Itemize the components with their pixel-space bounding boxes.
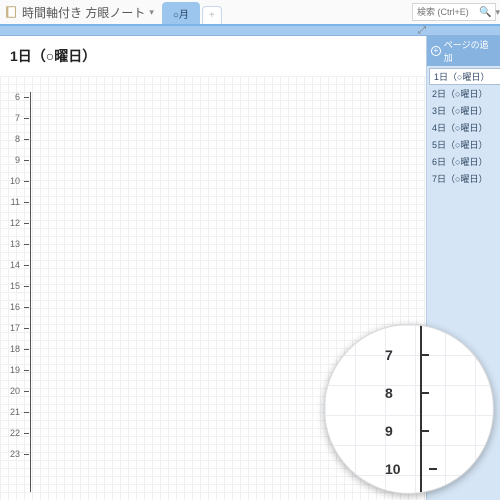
magnifier-hour-7: 7 <box>385 347 429 363</box>
add-page-button[interactable]: + ページの追加 <box>427 36 500 66</box>
hour-17: 17 <box>0 323 29 333</box>
hour-9: 9 <box>0 155 29 165</box>
title-bar: 時間軸付き 方眼ノート ▾ ○月 + 🔍 ▾ <box>0 0 500 26</box>
hour-19: 19 <box>0 365 29 375</box>
page-list-item[interactable]: 7日（○曜日） <box>427 170 500 187</box>
tab-add[interactable]: + <box>202 6 222 24</box>
plus-icon: + <box>431 46 441 56</box>
hour-22: 22 <box>0 428 29 438</box>
search-dropdown-icon[interactable]: ▾ <box>495 7 500 18</box>
hour-10: 10 <box>0 176 29 186</box>
hour-8: 8 <box>0 134 29 144</box>
expand-page-icon[interactable]: ⤢ <box>418 25 426 36</box>
hour-11: 11 <box>0 197 29 207</box>
add-page-label: ページの追加 <box>444 38 496 64</box>
magnifier-hour-9: 9 <box>385 423 429 439</box>
page-list-item[interactable]: 3日（○曜日） <box>427 102 500 119</box>
hour-6: 6 <box>0 92 29 102</box>
page-list-item[interactable]: 2日（○曜日） <box>427 85 500 102</box>
magnifier-hour-8: 8 <box>385 385 429 401</box>
search-icon[interactable]: 🔍 <box>479 7 491 18</box>
hour-23: 23 <box>0 449 29 459</box>
hour-21: 21 <box>0 407 29 417</box>
notebook-title[interactable]: 時間軸付き 方眼ノート <box>22 4 145 21</box>
page-list: 1日（○曜日）2日（○曜日）3日（○曜日）4日（○曜日）5日（○曜日）6日（○曜… <box>427 66 500 189</box>
hour-16: 16 <box>0 302 29 312</box>
section-tabs: ○月 + <box>162 0 224 24</box>
search-input[interactable] <box>417 7 477 17</box>
hour-18: 18 <box>0 344 29 354</box>
notebook-dropdown-icon[interactable]: ▾ <box>149 7 154 18</box>
page-list-item[interactable]: 6日（○曜日） <box>427 153 500 170</box>
hour-14: 14 <box>0 260 29 270</box>
magnifier-hour-10: 10 <box>385 461 437 477</box>
hour-12: 12 <box>0 218 29 228</box>
hour-13: 13 <box>0 239 29 249</box>
time-axis <box>30 92 31 492</box>
ribbon-strip: ⤢ <box>0 26 500 36</box>
tab-month[interactable]: ○月 <box>162 2 200 24</box>
page-list-item[interactable]: 4日（○曜日） <box>427 119 500 136</box>
hour-7: 7 <box>0 113 29 123</box>
hour-20: 20 <box>0 386 29 396</box>
page-list-item[interactable]: 5日（○曜日） <box>427 136 500 153</box>
notebook-icon <box>4 5 18 19</box>
hour-15: 15 <box>0 281 29 291</box>
magnifier: 7 8 9 10 <box>324 324 494 494</box>
page-list-item[interactable]: 1日（○曜日） <box>429 68 500 85</box>
search-box[interactable]: 🔍 ▾ <box>412 3 496 21</box>
page-title[interactable]: 1日（○曜日） <box>10 46 96 66</box>
